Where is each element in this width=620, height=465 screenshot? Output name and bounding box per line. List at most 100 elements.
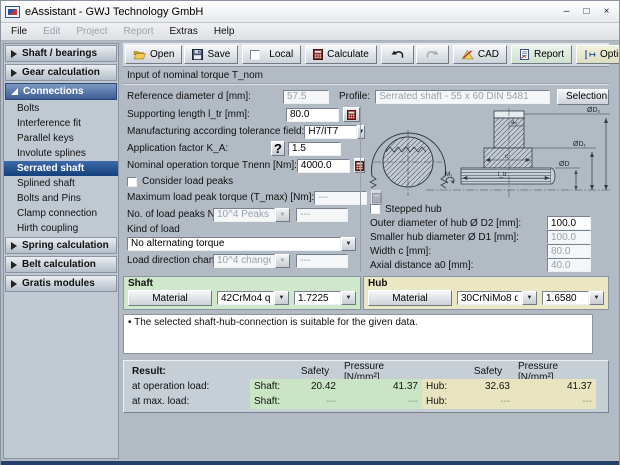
result-hub-pressure: 41.37 <box>514 379 596 394</box>
floppy-disk-icon <box>192 49 203 60</box>
shaft-material-button[interactable]: Material <box>128 290 212 306</box>
open-button[interactable]: Open <box>125 45 182 64</box>
close-button[interactable]: × <box>598 4 615 19</box>
calculator-icon <box>313 49 323 60</box>
cad-button[interactable]: CAD <box>453 45 507 64</box>
sidebar-section-belt-calculation[interactable]: Belt calculation <box>5 256 117 273</box>
calculate-button[interactable]: Calculate <box>305 45 377 64</box>
shaft-material-dropdown-button[interactable] <box>274 291 289 305</box>
torque-calc-button[interactable] <box>343 107 360 122</box>
hub-material-button[interactable]: Material <box>368 290 452 306</box>
result-hub-pressure: --- <box>514 394 596 409</box>
shaft-material-number-dropdown-button[interactable] <box>341 291 356 305</box>
save-button[interactable]: Save <box>184 45 238 64</box>
result-panel: Result: Safety Pressure [N/mm²] Safety P… <box>123 360 609 413</box>
stepped-hub-checkbox[interactable] <box>370 204 380 214</box>
sidebar-section-spring-calculation[interactable]: Spring calculation <box>5 237 117 254</box>
shaft-material-number-field[interactable] <box>294 291 341 305</box>
sidebar-item-clamp-connection[interactable]: Clamp connection <box>4 206 118 221</box>
application-factor-field[interactable] <box>288 142 341 156</box>
collapsed-triangle-icon <box>11 280 17 288</box>
result-hub-safety: 32.63 <box>462 379 514 394</box>
tolerance-row: Manufacturing according tolerance field: <box>123 123 360 140</box>
sidebar-section-gear-calculation[interactable]: Gear calculation <box>5 64 117 81</box>
sidebar-item-splined-shaft[interactable]: Splined shaft <box>4 176 118 191</box>
svg-text:ØD₁: ØD₁ <box>573 141 587 148</box>
sidebar-item-hirth-coupling[interactable]: Hirth coupling <box>4 221 118 236</box>
load-peaks-row: No. of load peaks N_L: <box>123 206 360 223</box>
menu-help[interactable]: Help <box>206 25 243 38</box>
load-peaks-value-field <box>296 208 348 222</box>
menu-extras[interactable]: Extras <box>162 25 206 38</box>
title-bar: eAssistant - GWJ Technology GmbH – □ × <box>1 1 619 23</box>
materials-section: Shaft Material Hub <box>123 276 609 310</box>
result-shaft-pressure: --- <box>340 394 422 409</box>
maximize-button[interactable]: □ <box>578 4 595 19</box>
local-checkbox[interactable]: Local <box>242 45 301 64</box>
tolerance-label: Manufacturing according tolerance field: <box>127 126 304 137</box>
menu-edit: Edit <box>35 25 68 38</box>
shaft-material-panel: Shaft Material <box>123 276 361 310</box>
axial-distance-row: Axial distance a0 [mm]: <box>366 258 609 272</box>
kind-of-load-field[interactable] <box>127 237 341 251</box>
app-icon <box>5 6 20 18</box>
axial-distance-field <box>547 258 591 272</box>
max-load-peak-row: Maximum load peak torque (T_max) [Nm]: <box>123 189 360 206</box>
shaft-material-field[interactable] <box>217 291 274 305</box>
hub-material-dropdown-button[interactable] <box>522 291 537 305</box>
sidebar-item-bolts-and-pins[interactable]: Bolts and Pins <box>4 191 118 206</box>
collapsed-triangle-icon <box>11 50 17 58</box>
result-title: Result: <box>128 364 250 379</box>
sidebar-section-shaft-bearings[interactable]: Shaft / bearings <box>5 45 117 62</box>
supporting-length-field[interactable] <box>286 108 339 122</box>
window-bottom-border <box>1 461 619 465</box>
selection-button[interactable]: Selection <box>557 89 609 105</box>
width-c-label: Width c [mm]: <box>370 246 547 257</box>
nominal-torque-label: Nominal operation torque Tnenn [Nm]: <box>127 160 297 171</box>
hub-material-number-dropdown-button[interactable] <box>589 291 604 305</box>
outer-diameter-field[interactable] <box>547 216 591 230</box>
menu-file[interactable]: File <box>3 25 35 38</box>
kind-of-load-row <box>123 235 360 252</box>
sidebar-item-parallel-keys[interactable]: Parallel keys <box>4 131 118 146</box>
sidebar-section-connections[interactable]: Connections <box>5 83 117 100</box>
group-title: Input of nominal torque T_nom <box>123 67 609 82</box>
tolerance-field[interactable] <box>304 125 357 139</box>
application-factor-help-button[interactable]: ? <box>271 141 285 156</box>
consider-load-peaks-row: Consider load peaks <box>123 174 360 189</box>
shaft-panel-title: Shaft <box>128 278 356 290</box>
svg-text:M₁: M₁ <box>445 171 453 178</box>
toolbar: Open Save Local Calculate <box>123 43 609 67</box>
width-c-field <box>547 244 591 258</box>
kind-of-load-dropdown-button[interactable] <box>341 237 356 251</box>
sidebar-item-interference-fit[interactable]: Interference fit <box>4 116 118 131</box>
hub-panel-title: Hub <box>368 278 604 290</box>
consider-load-peaks-checkbox[interactable] <box>127 177 137 187</box>
sidebar-item-involute-splines[interactable]: Involute splines <box>4 146 118 161</box>
hub-safety-header: Safety <box>462 364 514 379</box>
hub-material-field[interactable] <box>457 291 522 305</box>
result-shaft-label: Shaft: <box>250 379 290 394</box>
result-shaft-safety: 20.42 <box>290 379 340 394</box>
undo-button[interactable] <box>381 45 414 64</box>
sidebar-item-bolts[interactable]: Bolts <box>4 101 118 116</box>
application-factor-row: Application factor K_A: ? <box>123 140 360 157</box>
sidebar-section-gratis-modules[interactable]: Gratis modules <box>5 275 117 292</box>
folder-open-icon <box>133 49 146 60</box>
load-direction-label: Load direction changes: <box>127 255 213 266</box>
form-left-column: Supporting length l_tr [mm]: Manufacturi… <box>123 106 360 272</box>
minimize-button[interactable]: – <box>558 4 575 19</box>
smaller-diameter-label: Smaller hub diameter Ø D1 [mm]: <box>370 232 547 243</box>
nominal-torque-row: Nominal operation torque Tnenn [Nm]: <box>123 157 360 174</box>
smaller-diameter-row: Smaller hub diameter Ø D1 [mm]: <box>366 230 609 244</box>
result-row-label: at operation load: <box>128 379 250 394</box>
report-button[interactable]: Report <box>511 45 572 64</box>
supporting-length-row: Supporting length l_tr [mm]: <box>123 106 360 123</box>
sidebar-item-serrated-shaft[interactable]: Serrated shaft <box>4 161 118 176</box>
nominal-torque-field[interactable] <box>297 159 350 173</box>
width-c-row: Width c [mm]: <box>366 244 609 258</box>
result-row-label: at max. load: <box>128 394 250 409</box>
options-button[interactable]: Options <box>576 45 620 64</box>
hub-material-number-field[interactable] <box>542 291 589 305</box>
outer-diameter-label: Outer diameter of hub Ø D2 [mm]: <box>370 218 547 229</box>
